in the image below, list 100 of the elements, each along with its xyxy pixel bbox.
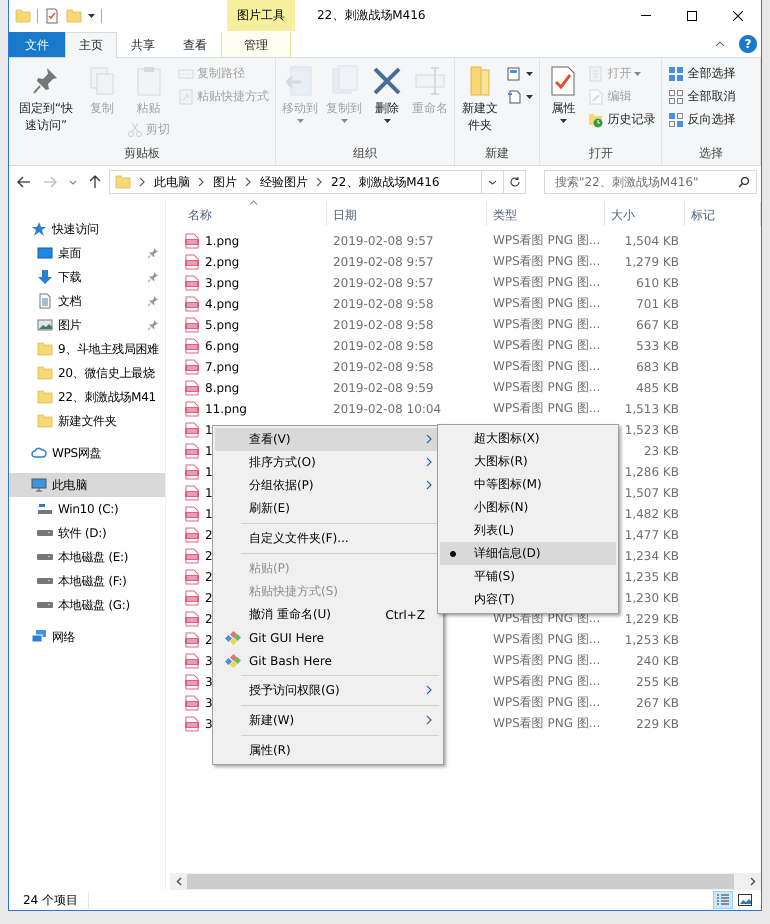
- column-header[interactable]: 标记: [685, 202, 761, 226]
- column-header[interactable]: 日期: [327, 202, 487, 226]
- file-name[interactable]: 1: [205, 422, 213, 436]
- type-cell: WPS看图 PNG 图...: [493, 695, 600, 709]
- file-name[interactable]: 5.png: [205, 318, 240, 332]
- nav-item[interactable]: 快速访问: [9, 217, 165, 241]
- menu-item[interactable]: 排序方式(O): [215, 451, 441, 474]
- file-name[interactable]: 1.png: [205, 234, 240, 248]
- file-name[interactable]: 4.png: [205, 296, 240, 310]
- scroll-right-icon[interactable]: [750, 877, 756, 886]
- menu-item[interactable]: 超大图标(X): [440, 427, 616, 450]
- file-name[interactable]: 1: [205, 486, 213, 500]
- menu-item[interactable]: 内容(T): [440, 588, 616, 611]
- nav-item[interactable]: WPS网盘: [9, 441, 165, 465]
- menu-item[interactable]: 刷新(E): [215, 497, 441, 520]
- menu-item[interactable]: 平铺(S): [440, 565, 616, 588]
- help-button[interactable]: ?: [739, 35, 757, 53]
- ribbon-tab[interactable]: 查看: [169, 32, 221, 57]
- file-name[interactable]: 2: [205, 612, 213, 626]
- ribbon-button[interactable]: 历史记录: [585, 109, 658, 130]
- file-name[interactable]: 2.png: [205, 254, 240, 268]
- chevron-icon: [316, 177, 323, 187]
- menu-item[interactable]: 详细信息(D): [440, 542, 616, 565]
- type-cell: WPS看图 PNG 图...: [493, 380, 600, 394]
- nav-item[interactable]: 下载: [9, 265, 165, 289]
- file-name[interactable]: 2: [205, 632, 213, 646]
- horizontal-scrollbar[interactable]: [170, 873, 761, 890]
- ribbon-button[interactable]: 删除: [367, 62, 407, 145]
- nav-item[interactable]: 9、斗地主残局困难: [9, 337, 165, 361]
- breadcrumb[interactable]: 经验图片: [260, 174, 308, 190]
- menu-item[interactable]: 自定义文件夹(F)...: [215, 527, 441, 550]
- ribbon-button[interactable]: 属性: [543, 62, 584, 145]
- file-name[interactable]: 7.png: [205, 360, 240, 374]
- file-name[interactable]: 2: [205, 590, 213, 604]
- file-name[interactable]: 3: [205, 716, 213, 730]
- column-header[interactable]: 大小: [605, 202, 685, 226]
- scroll-thumb[interactable]: [187, 874, 734, 889]
- nav-item[interactable]: 图片: [9, 313, 165, 337]
- scroll-left-icon[interactable]: [176, 877, 182, 886]
- nav-item[interactable]: 本地磁盘 (F:): [9, 569, 165, 593]
- menu-item[interactable]: 撤消 重命名(U) Ctrl+Z: [215, 603, 441, 626]
- menu-item[interactable]: Git GUI Here: [215, 626, 441, 649]
- file-name[interactable]: 2: [205, 528, 213, 542]
- ribbon-button[interactable]: 全部选择: [665, 63, 738, 84]
- file-name[interactable]: 11.png: [205, 402, 247, 416]
- pin-icon: [147, 319, 159, 331]
- column-header[interactable]: 名称: [182, 202, 327, 226]
- file-name[interactable]: 1: [205, 444, 213, 458]
- type-cell: WPS看图 PNG 图...: [493, 317, 600, 331]
- ribbon-tab[interactable]: 文件: [9, 32, 65, 57]
- nav-item[interactable]: 网络: [9, 625, 165, 649]
- menu-item[interactable]: 列表(L): [440, 519, 616, 542]
- menu-item[interactable]: 新建(W): [215, 709, 441, 732]
- nav-item[interactable]: 软件 (D:): [9, 521, 165, 545]
- file-name[interactable]: 3.png: [205, 276, 240, 290]
- ribbon-button[interactable]: 新建文件夹: [458, 62, 502, 145]
- menu-item[interactable]: 属性(R): [215, 739, 441, 762]
- drive-icon: [37, 578, 53, 584]
- view-toggle-button[interactable]: [735, 891, 755, 909]
- nav-item[interactable]: 本地磁盘 (G:): [9, 593, 165, 617]
- ribbon-button[interactable]: 固定到“快速访问”: [12, 62, 80, 145]
- breadcrumb[interactable]: 图片: [213, 174, 237, 190]
- file-name[interactable]: 8.png: [205, 380, 240, 394]
- image-file-icon: [185, 442, 199, 458]
- menu-item[interactable]: Git Bash Here: [215, 649, 441, 672]
- file-name[interactable]: 3: [205, 654, 213, 668]
- breadcrumb[interactable]: 此电脑: [154, 174, 190, 190]
- ribbon-tab[interactable]: 主页: [65, 32, 117, 58]
- menu-item[interactable]: 授予访问权限(G): [215, 679, 441, 702]
- file-name[interactable]: 3: [205, 674, 213, 688]
- nav-item[interactable]: Win10 (C:): [9, 497, 165, 521]
- menu-item[interactable]: 大图标(R): [440, 450, 616, 473]
- collapse-ribbon-icon[interactable]: [715, 41, 725, 47]
- file-name[interactable]: 6.png: [205, 338, 240, 352]
- file-name[interactable]: 2: [205, 570, 213, 584]
- ribbon-tab[interactable]: 管理: [221, 32, 291, 57]
- ribbon-button[interactable]: 全部取消: [665, 86, 738, 107]
- file-name[interactable]: 3: [205, 696, 213, 710]
- search-field[interactable]: 搜索"22、刺激战场M416": [544, 170, 757, 194]
- menu-item[interactable]: 中等图标(M): [440, 473, 616, 496]
- nav-item[interactable]: 新建文件夹: [9, 409, 165, 433]
- column-header[interactable]: 类型: [487, 202, 605, 226]
- nav-item[interactable]: 此电脑: [9, 473, 165, 497]
- ribbon-tab[interactable]: 共享: [117, 32, 169, 57]
- properties-icon[interactable]: [44, 8, 60, 24]
- file-name[interactable]: 2: [205, 548, 213, 562]
- ribbon-button[interactable]: 反向选择: [665, 109, 738, 130]
- menu-item[interactable]: 分组依据(P): [215, 474, 441, 497]
- file-name[interactable]: 1: [205, 464, 213, 478]
- breadcrumb[interactable]: 22、刺激战场M416: [331, 174, 440, 190]
- nav-item[interactable]: 20、微信史上最烧: [9, 361, 165, 385]
- file-name[interactable]: 1: [205, 506, 213, 520]
- view-toggle-button[interactable]: [713, 891, 733, 909]
- nav-item[interactable]: 22、刺激战场M41: [9, 385, 165, 409]
- menu-item[interactable]: 小图标(N): [440, 496, 616, 519]
- nav-item[interactable]: 桌面: [9, 241, 165, 265]
- address-field[interactable]: 此电脑 图片 经验图片 22、刺激战场M416: [109, 170, 526, 194]
- chevron-down-icon: [488, 180, 497, 184]
- nav-item[interactable]: 本地磁盘 (E:): [9, 545, 165, 569]
- nav-item[interactable]: 文档: [9, 289, 165, 313]
